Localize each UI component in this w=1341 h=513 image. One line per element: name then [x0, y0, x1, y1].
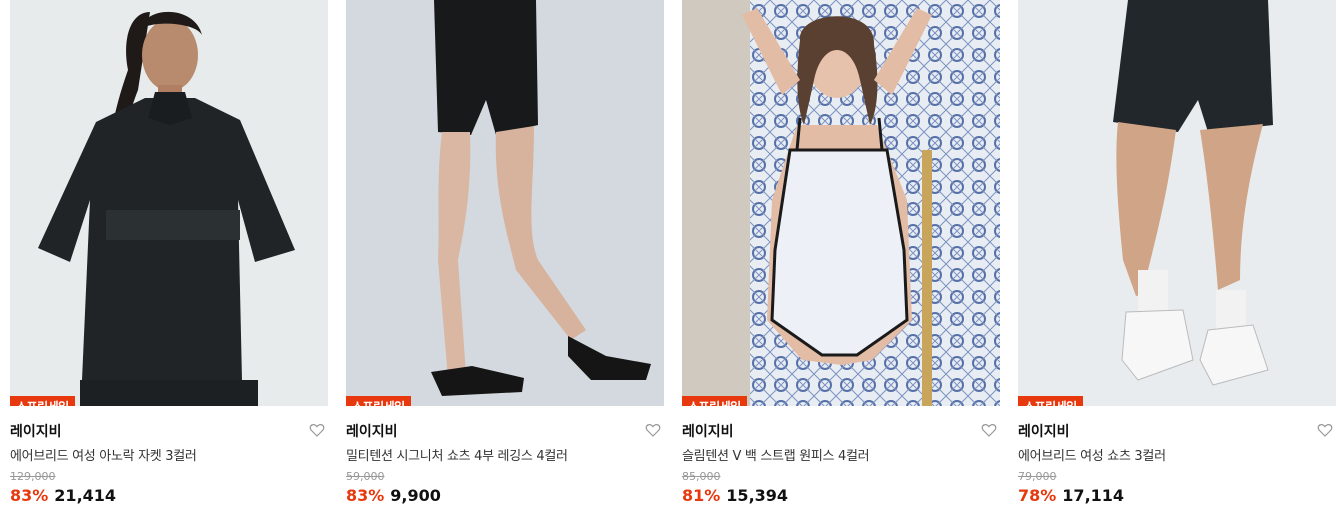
price-line: 83% 21,414 — [10, 486, 116, 505]
sale-price: 9,900 — [390, 486, 441, 505]
discount-rate: 83% — [346, 486, 385, 505]
model-shorts-photo — [1018, 0, 1336, 406]
product-brand[interactable]: 레이지비 — [1018, 421, 1070, 441]
product-card[interactable]: 스프링세일 레이지비 밀티텐션 시그니처 쇼츠 4부 레깅스 4컬러 59,00… — [346, 0, 664, 513]
product-title[interactable]: 슬림텐션 V 백 스트랩 원피스 4컬러 — [682, 445, 870, 464]
product-image[interactable]: 스프링세일 — [10, 0, 328, 406]
original-price: 85,000 — [682, 470, 721, 483]
sale-badge: 스프링세일 — [682, 396, 747, 406]
product-card[interactable]: 스프링세일 레이지비 에어브리드 여성 쇼츠 3컬러 79,000 78% 17,… — [1018, 0, 1336, 513]
heart-icon[interactable] — [308, 421, 326, 439]
product-grid: 스프링세일 레이지비 에어브리드 여성 아노락 자켓 3컬러 129,000 8… — [0, 0, 1341, 513]
product-title[interactable]: 에어브리드 여성 아노락 자켓 3컬러 — [10, 445, 197, 464]
product-title[interactable]: 에어브리드 여성 쇼츠 3컬러 — [1018, 445, 1166, 464]
price-line: 81% 15,394 — [682, 486, 788, 505]
price-line: 83% 9,900 — [346, 486, 441, 505]
product-brand[interactable]: 레이지비 — [10, 421, 62, 441]
price-line: 78% 17,114 — [1018, 486, 1124, 505]
product-card[interactable]: 스프링세일 레이지비 슬림텐션 V 백 스트랩 원피스 4컬러 85,000 8… — [682, 0, 1000, 513]
model-leggings-shorts-photo — [346, 0, 664, 406]
product-image[interactable]: 스프링세일 — [682, 0, 1000, 406]
original-price: 79,000 — [1018, 470, 1057, 483]
heart-icon[interactable] — [1316, 421, 1334, 439]
sale-badge: 스프링세일 — [1018, 396, 1083, 406]
heart-icon[interactable] — [980, 421, 998, 439]
sale-price: 17,114 — [1062, 486, 1125, 505]
product-image[interactable]: 스프링세일 — [1018, 0, 1336, 406]
product-card[interactable]: 스프링세일 레이지비 에어브리드 여성 아노락 자켓 3컬러 129,000 8… — [10, 0, 328, 513]
product-brand[interactable]: 레이지비 — [346, 421, 398, 441]
sale-badge: 스프링세일 — [10, 396, 75, 406]
product-title[interactable]: 밀티텐션 시그니처 쇼츠 4부 레깅스 4컬러 — [346, 445, 568, 464]
sale-badge: 스프링세일 — [346, 396, 411, 406]
discount-rate: 78% — [1018, 486, 1057, 505]
model-swimsuit-photo — [682, 0, 1000, 406]
sale-price: 21,414 — [54, 486, 117, 505]
discount-rate: 81% — [682, 486, 721, 505]
original-price: 129,000 — [10, 470, 56, 483]
sale-price: 15,394 — [726, 486, 789, 505]
heart-icon[interactable] — [644, 421, 662, 439]
product-brand[interactable]: 레이지비 — [682, 421, 734, 441]
original-price: 59,000 — [346, 470, 385, 483]
product-image[interactable]: 스프링세일 — [346, 0, 664, 406]
model-anorak-jacket-photo — [10, 0, 328, 406]
discount-rate: 83% — [10, 486, 49, 505]
